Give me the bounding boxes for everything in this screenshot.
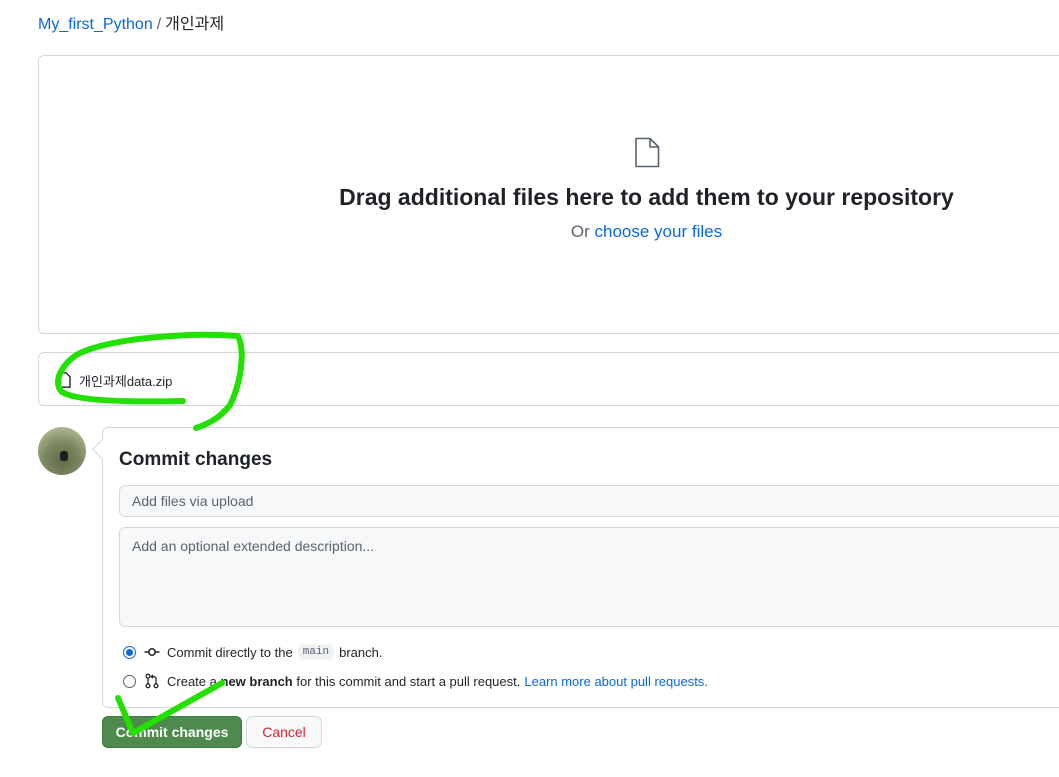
breadcrumb-separator: / [156, 16, 162, 33]
new-branch-bold: new branch [220, 673, 293, 689]
commit-direct-radio[interactable] [123, 645, 136, 659]
dropzone-subtitle: Or choose your files [39, 222, 1059, 242]
commit-summary-input[interactable] [119, 485, 1059, 517]
uploaded-file-list: 개인과제data.zip [38, 352, 1059, 406]
branch-name-badge: main [297, 644, 335, 660]
commit-heading: Commit changes [119, 449, 273, 470]
cancel-button[interactable]: Cancel [246, 716, 322, 748]
avatar[interactable] [38, 427, 86, 475]
commit-changes-form: Commit changes Commit directly to the ma… [91, 427, 1059, 708]
new-branch-suffix: for this commit and start a pull request… [296, 673, 521, 689]
avatar-figure [60, 451, 68, 461]
dropzone-title: Drag additional files here to add them t… [339, 184, 954, 210]
choose-files-link[interactable]: choose your files [595, 222, 723, 241]
commit-direct-suffix: branch. [339, 644, 383, 660]
breadcrumb: My_first_Python / 개인과제 [38, 15, 224, 35]
commit-direct-option[interactable]: Commit directly to the main branch. [123, 644, 382, 660]
commit-changes-button[interactable]: Commit changes [102, 716, 242, 748]
new-branch-prefix: Create a [167, 673, 217, 689]
git-pull-request-icon [145, 673, 159, 689]
uploaded-file-name: 개인과제data.zip [79, 374, 173, 389]
new-branch-radio[interactable] [123, 674, 136, 688]
file-icon [635, 137, 660, 168]
speech-caret [91, 438, 114, 461]
file-dropzone[interactable]: Drag additional files here to add them t… [38, 55, 1059, 334]
breadcrumb-current-folder: 개인과제 [165, 16, 225, 33]
new-branch-option[interactable]: Create a new branch for this commit and … [123, 673, 708, 689]
dropzone-or-text: Or [570, 222, 590, 241]
learn-more-pull-requests-link[interactable]: Learn more about pull requests. [524, 674, 708, 689]
breadcrumb-repo-link[interactable]: My_first_Python [38, 16, 153, 33]
commit-direct-text: Commit directly to the [167, 644, 293, 660]
git-commit-icon [144, 648, 160, 656]
commit-description-input[interactable] [119, 527, 1059, 627]
file-icon [57, 372, 71, 388]
